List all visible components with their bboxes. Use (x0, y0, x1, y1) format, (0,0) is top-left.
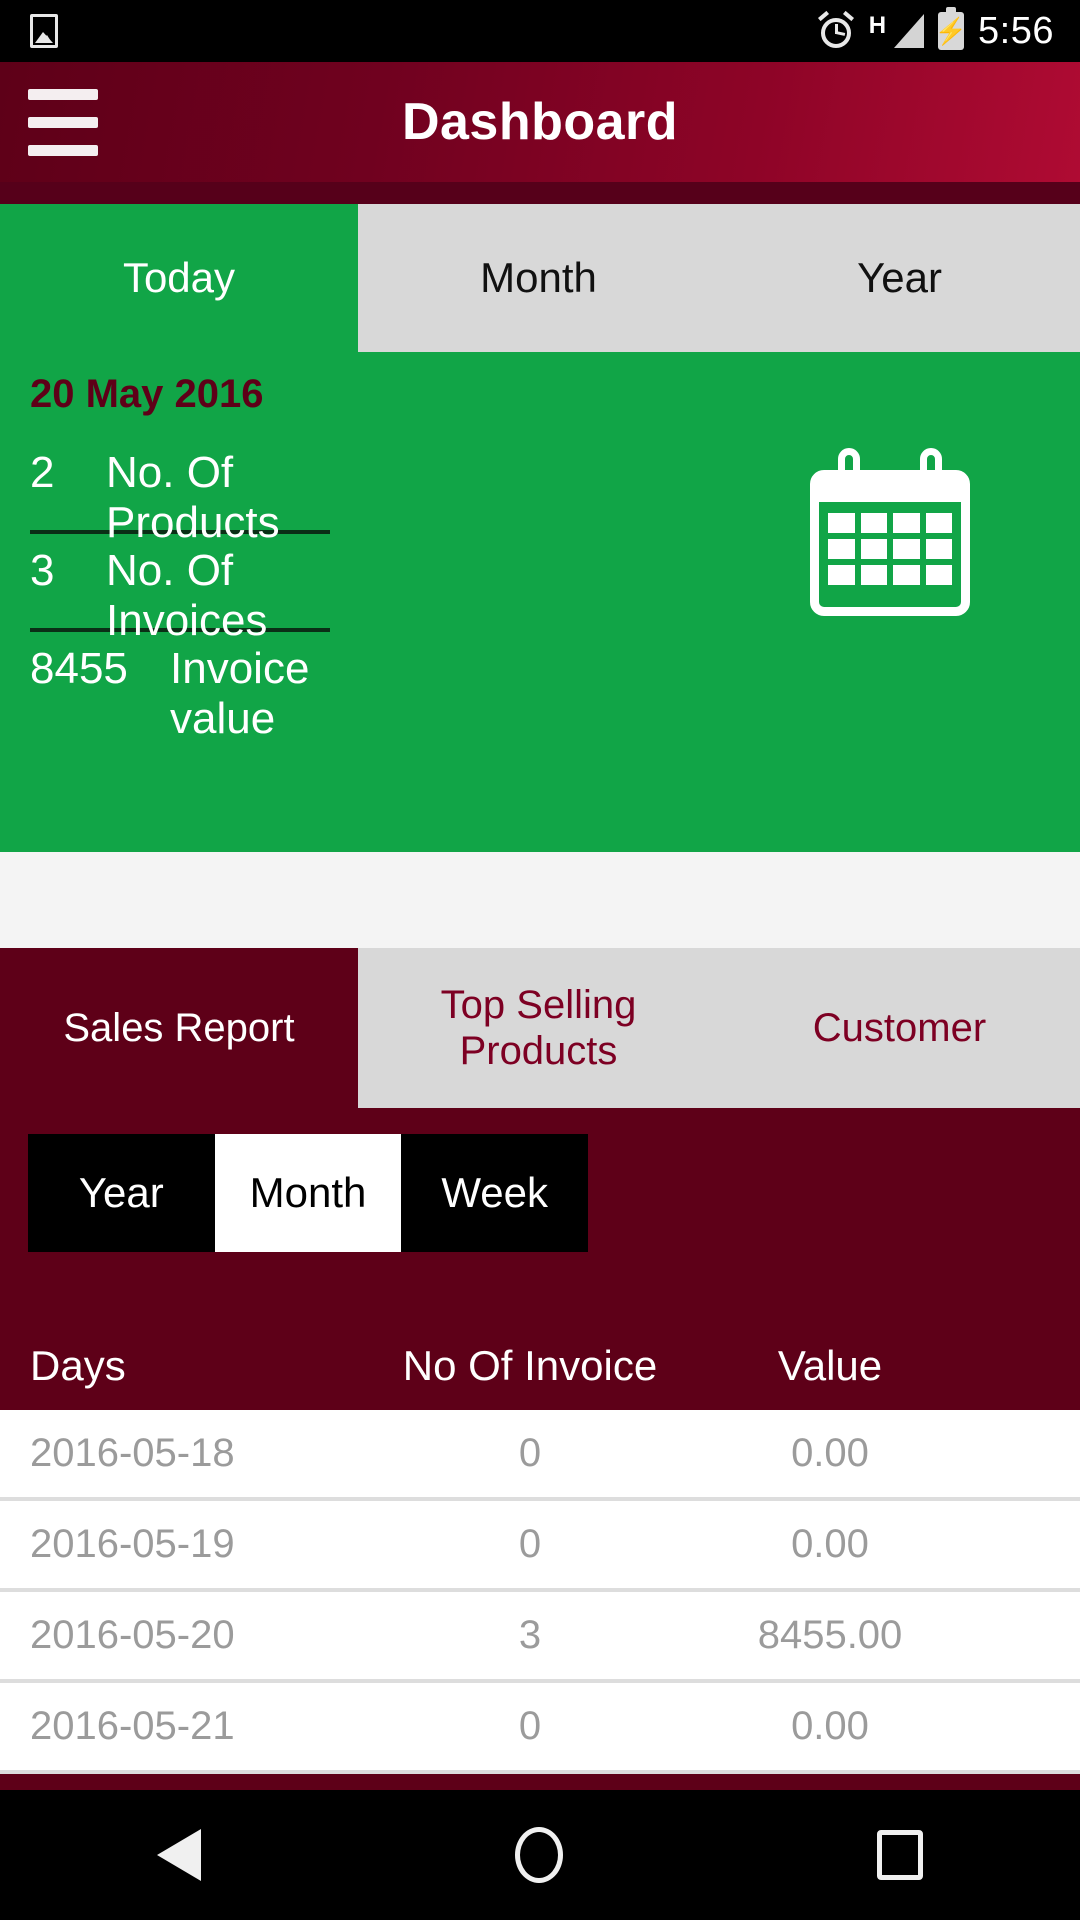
cell-day: 2016-05-18 (30, 1431, 235, 1475)
column-header-no-of-invoice: No Of Invoice (402, 1342, 658, 1389)
tab-month[interactable]: Month (358, 204, 719, 352)
cell-value: 0.00 (791, 1522, 869, 1566)
cell-value: 0.00 (791, 1704, 869, 1748)
range-option-year[interactable]: Year (28, 1134, 215, 1252)
report-section: Sales Report Top Selling Products Custom… (0, 948, 1080, 1790)
android-nav-bar (0, 1790, 1080, 1920)
report-table-body: 2016-05-18 0 0.00 2016-05-19 0 0.00 2016… (0, 1410, 1080, 1774)
cell-day: 2016-05-21 (30, 1704, 235, 1748)
period-tab-bar: Today Month Year (0, 204, 1080, 352)
app-bar-underline (0, 182, 1080, 204)
status-bar: H ⚡ 5:56 (0, 0, 1080, 62)
cell-value: 0.00 (791, 1431, 869, 1475)
stat-label-products: No. Of Products (106, 448, 280, 547)
table-row[interactable]: 2016-05-18 0 0.00 (0, 1410, 1080, 1501)
summary-date: 20 May 2016 (30, 372, 264, 416)
tab-year[interactable]: Year (719, 204, 1080, 352)
hamburger-menu-icon[interactable] (8, 72, 118, 172)
cell-invoices: 0 (518, 1431, 542, 1475)
stat-value-products: 2 (30, 448, 55, 497)
tab-sales-report[interactable]: Sales Report (0, 948, 358, 1108)
cell-value: 8455.00 (757, 1613, 903, 1657)
stat-row-products: 2 No. Of Products (30, 448, 350, 547)
calendar-icon (810, 448, 970, 616)
tab-top-selling-products[interactable]: Top Selling Products (358, 948, 719, 1108)
stat-label-invoice-value: Invoice value (170, 644, 310, 743)
cell-day: 2016-05-20 (30, 1613, 235, 1657)
table-row[interactable]: 2016-05-19 0 0.00 (0, 1501, 1080, 1592)
report-tab-bar: Sales Report Top Selling Products Custom… (0, 948, 1080, 1108)
range-segmented-control: Year Month Week (28, 1134, 589, 1252)
stat-value-invoice-value: 8455 (30, 644, 128, 693)
column-header-days: Days (30, 1342, 126, 1389)
cell-invoices: 3 (518, 1613, 542, 1657)
section-gap (0, 852, 1080, 948)
network-type-label: H (868, 11, 887, 39)
range-option-week[interactable]: Week (401, 1134, 589, 1252)
app-screen: H ⚡ 5:56 Dashboard Today Month Year 20 M… (0, 0, 1080, 1920)
status-bar-clock: 5:56 (978, 9, 1054, 52)
app-bar: Dashboard (0, 62, 1080, 182)
table-row[interactable]: 2016-05-21 0 0.00 (0, 1683, 1080, 1774)
status-bar-left (0, 14, 58, 48)
column-header-value: Value (777, 1342, 883, 1389)
stat-label-invoices: No. Of Invoices (106, 546, 268, 645)
home-icon[interactable] (515, 1827, 563, 1883)
tab-customer[interactable]: Customer (719, 948, 1080, 1108)
status-bar-right: H ⚡ 5:56 (817, 7, 1080, 53)
table-row[interactable]: 2016-05-20 3 8455.00 (0, 1592, 1080, 1683)
tab-today[interactable]: Today (0, 204, 358, 352)
cell-invoices: 0 (518, 1704, 542, 1748)
cell-invoices: 0 (518, 1522, 542, 1566)
summary-card: 20 May 2016 2 No. Of Products 3 No. Of I… (0, 352, 1080, 852)
stat-row-invoices: 3 No. Of Invoices (30, 546, 350, 645)
back-icon[interactable] (157, 1829, 201, 1881)
cell-day: 2016-05-19 (30, 1522, 235, 1566)
signal-bars-icon (894, 14, 925, 48)
table-header-row: Days No Of Invoice Value (0, 1322, 1080, 1410)
alarm-icon (817, 10, 855, 50)
battery-charging-icon: ⚡ (934, 7, 968, 50)
photo-icon (30, 14, 58, 48)
stat-value-invoices: 3 (30, 546, 55, 595)
page-title: Dashboard (401, 93, 679, 151)
range-option-month[interactable]: Month (214, 1134, 402, 1252)
charging-bolt-icon: ⚡ (934, 16, 968, 46)
summary-stats-list: 2 No. Of Products 3 No. Of Invoices 8455… (30, 448, 350, 743)
stat-row-invoice-value: 8455 Invoice value (30, 644, 350, 743)
recents-icon[interactable] (877, 1830, 923, 1880)
